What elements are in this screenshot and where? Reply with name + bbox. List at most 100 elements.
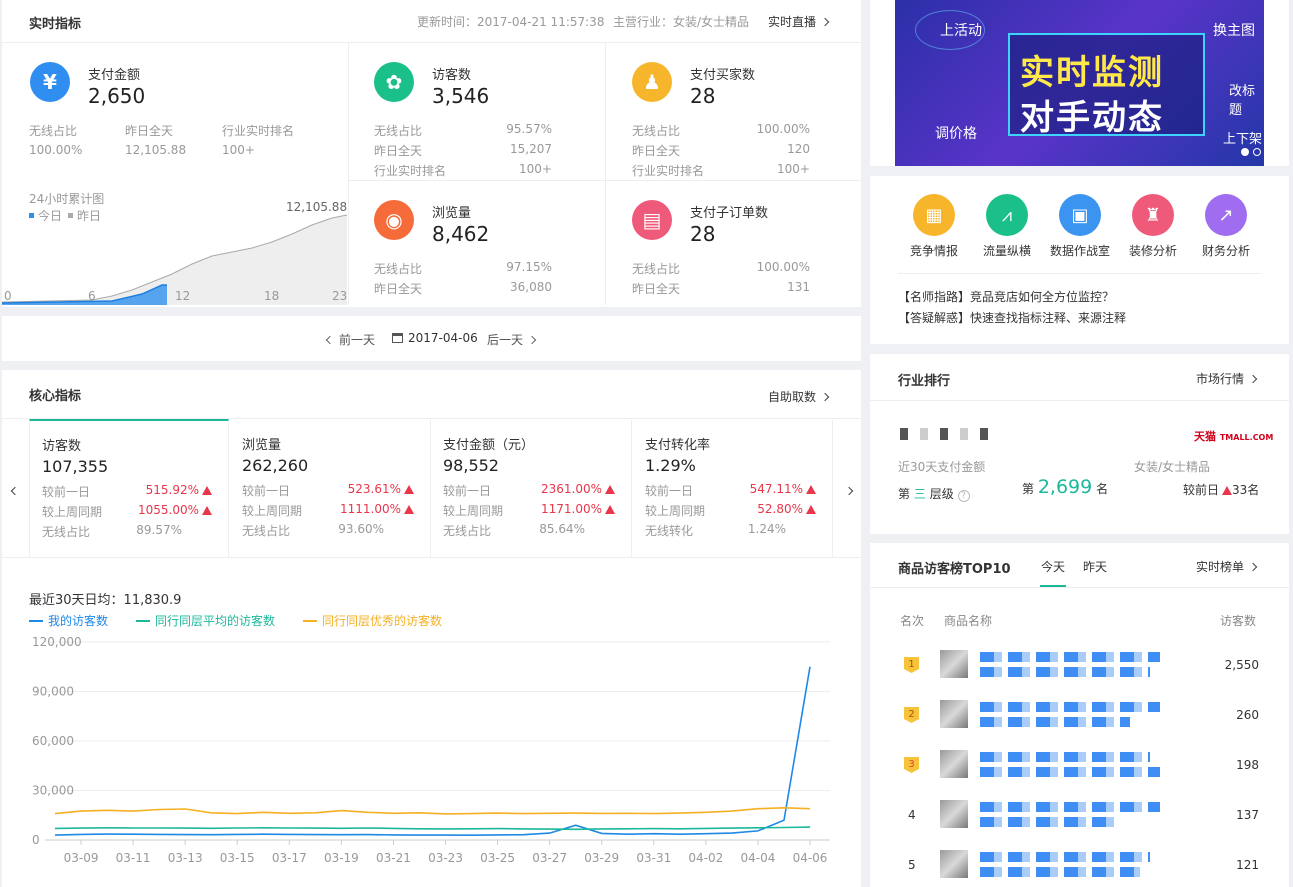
tool-traffic[interactable]: ⩘ 流量纵横 (977, 194, 1037, 259)
main-industry: 主营行业：女装/女士精品 (613, 15, 750, 29)
trend-icon: ↗ (1205, 194, 1247, 236)
visitors-row3: 行业实时排名 100+ (374, 162, 552, 178)
product-name-blurred (980, 717, 1130, 727)
tab-today[interactable]: 今天 (1041, 558, 1065, 575)
eye-icon: ◉ (374, 200, 414, 240)
x-tick-6: 6 (88, 289, 96, 303)
carousel-next-button[interactable] (840, 484, 854, 498)
card-row-wireless: 无线占比 93.60% (242, 522, 384, 538)
help-icon[interactable]: ? (957, 490, 970, 502)
tool-war-room[interactable]: ▣ 数据作战室 (1050, 194, 1110, 259)
visitors-count: 2,550 (1224, 658, 1259, 672)
tool-finance[interactable]: ↗ 财务分析 (1196, 194, 1256, 259)
card-value: 262,260 (242, 456, 309, 475)
x-tick-label: 03-21 (376, 851, 411, 865)
avg-30-days: 最近30天日均：11,830.9 (29, 593, 182, 608)
legend-my-visitors[interactable]: 我的访客数 (29, 612, 108, 629)
banner-tag: 换主图 (1213, 23, 1255, 39)
suborders-row1: 无线占比 100.00% (632, 260, 810, 276)
suborders-row2: 昨日全天 131 (632, 280, 810, 296)
x-tick-label: 03-15 (220, 851, 255, 865)
prev-day-button[interactable]: 前一天 (325, 331, 375, 348)
x-tick-label: 04-02 (688, 851, 723, 865)
product-name-blurred (980, 817, 1120, 827)
chevron-right-icon (820, 392, 830, 402)
x-tick-label: 03-09 (64, 851, 99, 865)
table-row[interactable]: 2 260 (870, 698, 1289, 738)
brush-icon: ♜ (1132, 194, 1174, 236)
market-link[interactable]: 市场行情 (1196, 370, 1258, 387)
x-tick-label: 04-06 (793, 851, 828, 865)
product-name-blurred (980, 767, 1160, 777)
x-tick-label: 03-27 (532, 851, 567, 865)
realtime-rank-link[interactable]: 实时榜单 (1196, 558, 1258, 575)
series-line-1 (54, 826, 811, 831)
visitors-row1: 无线占比 95.57% (374, 122, 552, 138)
pay-col2-label: 昨日全天 (125, 124, 174, 138)
ranking-desc: 近30天支付金额 (898, 460, 986, 474)
pageviews-value: 8,462 (432, 222, 490, 246)
carousel-prev-button[interactable] (10, 484, 24, 498)
table-row[interactable]: 3 198 (870, 748, 1289, 788)
yuan-icon: ¥ (30, 62, 70, 102)
realtime-panel: 实时指标 更新时间：2017-04-21 11:57:38 主营行业：女装/女士… (2, 0, 861, 307)
chevron-right-icon (844, 486, 854, 496)
suborders-value: 28 (690, 222, 716, 246)
product-name-blurred (980, 802, 1160, 812)
product-name-blurred (980, 667, 1150, 677)
card-row-wireless: 无线占比 89.57% (42, 523, 182, 539)
divider (898, 273, 1261, 274)
report-icon: ▦ (913, 194, 955, 236)
chart-24h-label: 24小时累计图 (29, 192, 105, 206)
legend-peer-top[interactable]: 同行同层优秀的访客数 (303, 612, 442, 629)
product-name-blurred (980, 702, 1160, 712)
live-link[interactable]: 实时直播 (768, 13, 830, 30)
footprint-icon: ✿ (374, 62, 414, 102)
pay-amount-label: 支付金额 (88, 68, 141, 83)
top10-panel: 商品访客榜TOP10 今天 昨天 实时榜单 名次 商品名称 访客数 1 2,55… (870, 543, 1289, 887)
screen-icon: ▣ (1059, 194, 1101, 236)
next-day-button[interactable]: 后一天 (487, 331, 537, 348)
col-rank: 名次 (900, 614, 925, 628)
metric-card-payment[interactable]: 支付金额（元） 98,552 较前一日 2361.00% 较上周同期 1171.00… (431, 420, 632, 558)
date-picker[interactable]: 2017-04-06 (392, 331, 478, 345)
self-fetch-link[interactable]: 自助取数 (768, 388, 830, 405)
tmall-logo: 天猫 TMALL.COM (1194, 430, 1274, 443)
tool-competition[interactable]: ▦ 竞争情报 (904, 194, 964, 259)
chart-icon: ⩘ (986, 194, 1028, 236)
buyers-value: 28 (690, 84, 716, 108)
chevron-right-icon (820, 17, 830, 27)
carousel-dot[interactable] (1253, 148, 1261, 156)
rank-badge-icon: 2 (904, 707, 919, 723)
visitors-count: 198 (1236, 758, 1259, 772)
metric-card-visitors[interactable]: 访客数 107,355 较前一日 515.92% 较上周同期 1055.00% 无线… (29, 419, 229, 557)
y-tick-label: 0 (32, 833, 40, 847)
tip-link[interactable]: 【名师指路】竞品竞店如何全方位监控？ (898, 288, 1114, 305)
visitors-row2: 昨日全天 15,207 (374, 142, 552, 158)
metric-card-conversion[interactable]: 支付转化率 1.29% 较前一日 547.11% 较上周同期 52.80% 无线转化… (633, 420, 833, 558)
tip-link[interactable]: 【答疑解惑】快速查找指标注释、来源注释 (898, 309, 1126, 326)
realtime-title: 实时指标 (29, 17, 82, 32)
metric-card-pageviews[interactable]: 浏览量 262,260 较前一日 523.61% 较上周同期 1111.00% 无线… (230, 420, 431, 558)
product-thumbnail (940, 650, 968, 678)
card-row-day: 较前一日 515.92% (42, 483, 212, 500)
tool-decoration[interactable]: ♜ 装修分析 (1123, 194, 1183, 259)
card-label: 支付转化率 (645, 438, 711, 453)
arrow-up-icon (1222, 486, 1233, 495)
tab-yesterday[interactable]: 昨天 (1083, 558, 1107, 575)
arrow-up-icon (202, 486, 212, 495)
card-row-week: 较上周同期 1055.00% (42, 503, 212, 520)
table-row[interactable]: 1 2,550 (870, 648, 1289, 688)
x-tick-label: 03-31 (636, 851, 671, 865)
calendar-icon (392, 333, 403, 343)
table-row[interactable]: 4 137 (870, 798, 1289, 838)
rank-value: 第 2,699 名 (1022, 476, 1109, 498)
legend-peer-avg[interactable]: 同行同层平均的访客数 (136, 612, 275, 629)
carousel-dot-active[interactable] (1241, 148, 1249, 156)
chevron-left-icon (10, 486, 20, 496)
table-row[interactable]: 5 121 (870, 848, 1289, 887)
divider (2, 42, 861, 43)
pay-col3-label: 行业实时排名 (222, 124, 295, 138)
promo-banner[interactable]: 上活动 换主图 改标题 调价格 上下架 实时监测 对手动态 (870, 0, 1289, 166)
card-label: 浏览量 (242, 438, 282, 453)
